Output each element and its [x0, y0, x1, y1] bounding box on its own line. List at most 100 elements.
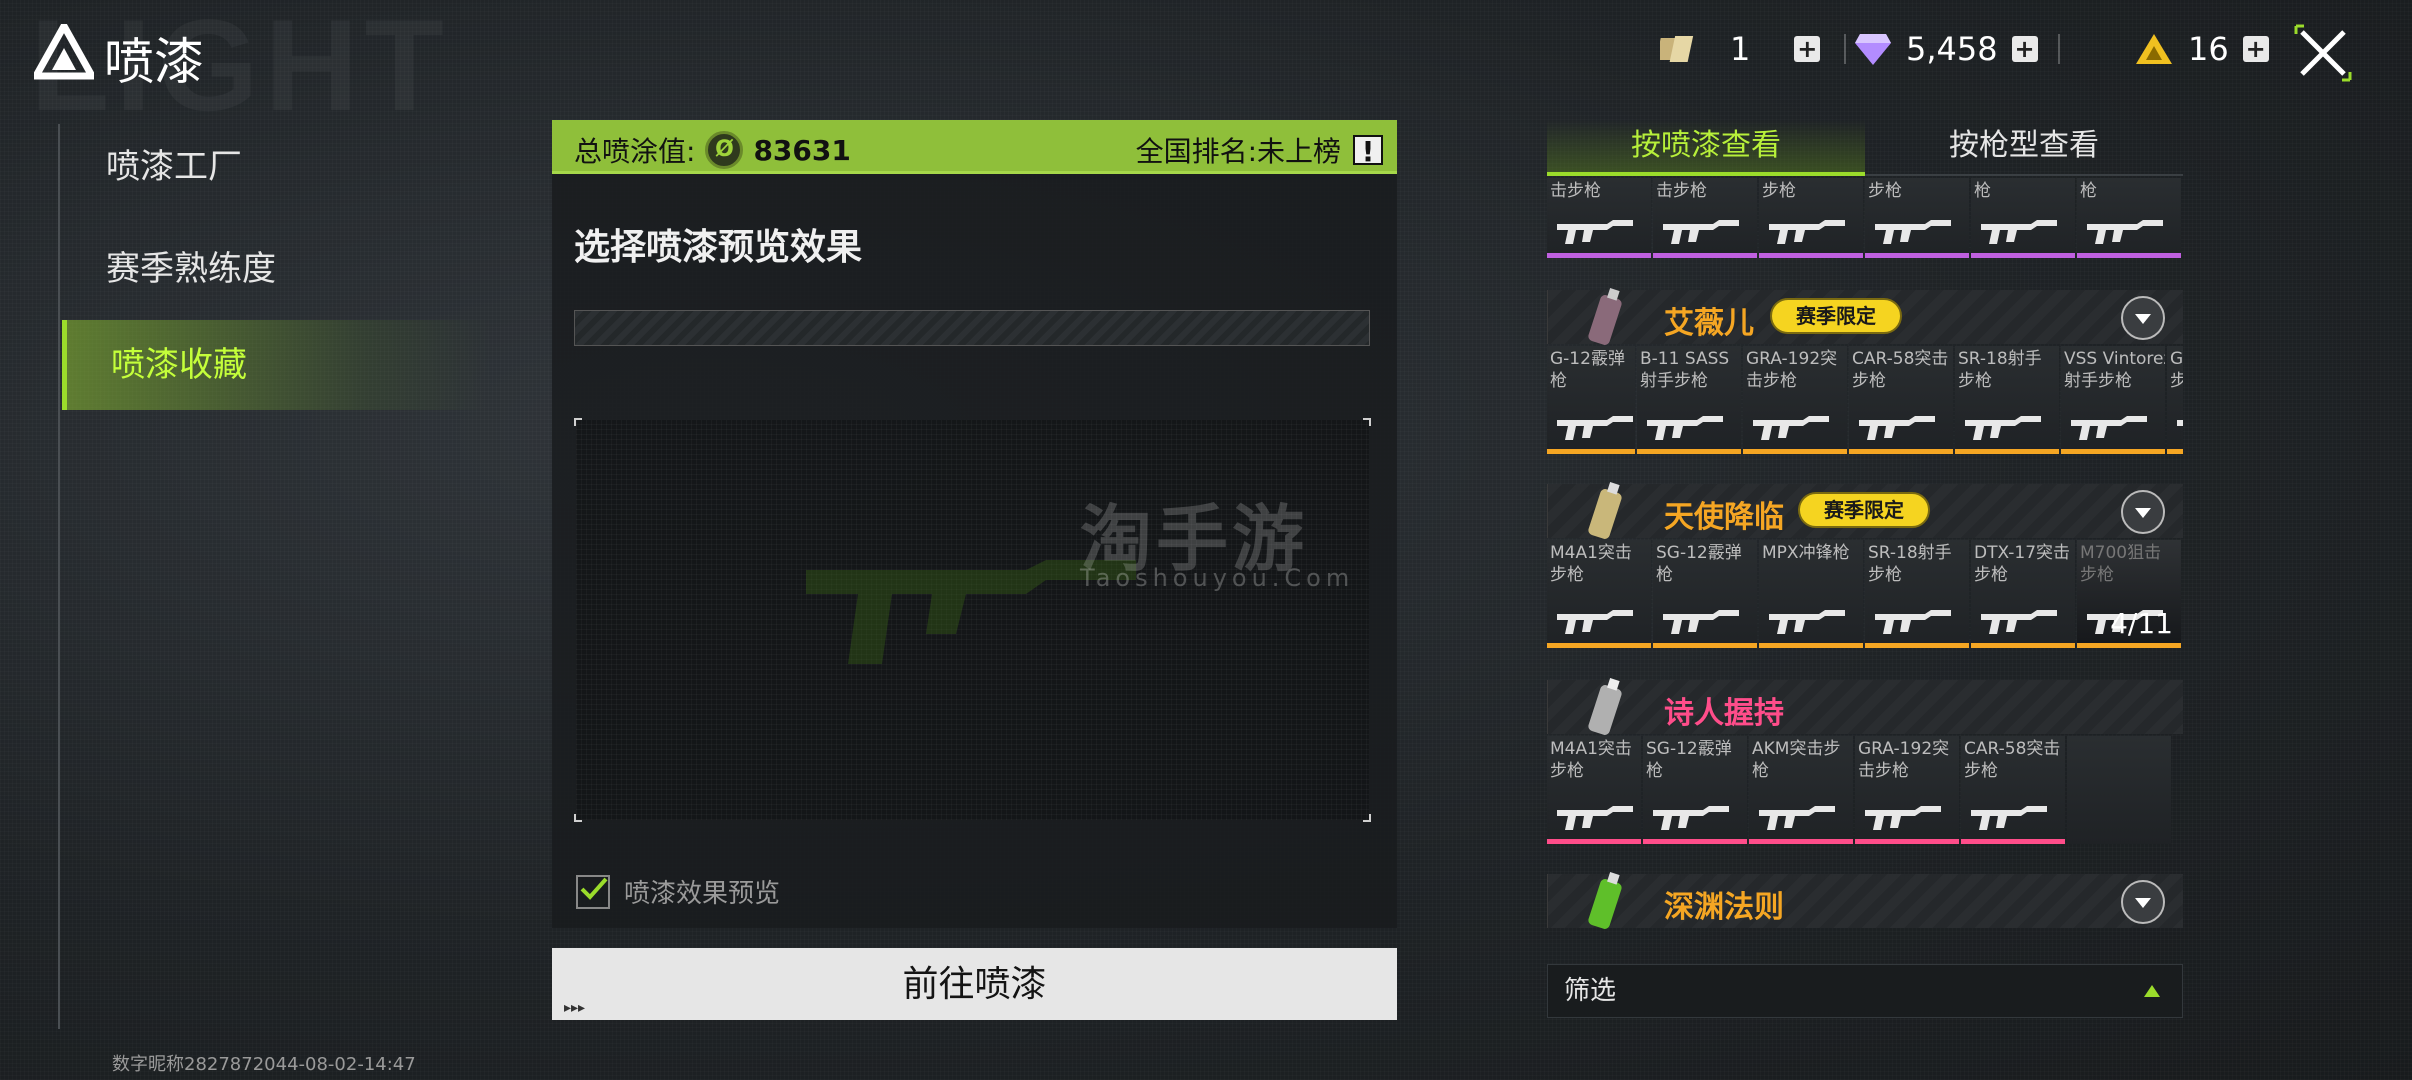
gun-skin-tile[interactable]: M4A1突击 步枪 [1547, 540, 1651, 648]
rifle-icon [1557, 806, 1633, 830]
page-title: 喷漆 [104, 33, 204, 91]
gun-label: CAR-58突击 步枪 [1964, 739, 2061, 781]
filter-label: 筛选 [1564, 976, 1617, 1006]
gun-label: G-12霰弹 枪 [1550, 349, 1625, 391]
gun-skin-tile[interactable]: G-12霰弹 枪 [1547, 346, 1635, 454]
expand-icon[interactable] [2121, 296, 2165, 340]
close-icon[interactable] [2290, 20, 2356, 86]
gun-label: 枪 [1974, 181, 1991, 201]
gun-skin-tile[interactable]: 击步枪 [1653, 178, 1757, 258]
watermark-sub: Taoshouyou.Com [1080, 564, 1355, 592]
rifle-icon [1981, 220, 2057, 244]
gold-triangle-icon [2136, 34, 2172, 64]
section-title: 选择喷漆预览效果 [574, 227, 863, 268]
spray-can-icon [1588, 288, 1622, 345]
corner-mark [574, 814, 582, 822]
set-header-avril[interactable]: 艾薇儿 赛季限定 [1547, 288, 2183, 345]
gun-label: AKM突击步 枪 [1752, 739, 1841, 781]
checkbox-label: 喷漆效果预览 [624, 879, 781, 909]
gun-skin-tile[interactable]: M700狙击 步枪 4/11 [2077, 540, 2181, 648]
gun-label: 步枪 [1868, 181, 1902, 201]
gun-skin-tile[interactable]: 枪 [2077, 178, 2181, 258]
spray-can-icon [1588, 482, 1622, 539]
info-icon[interactable]: ! [1353, 135, 1383, 167]
checkbox-box[interactable] [576, 874, 610, 909]
gun-skin-tile[interactable]: 步枪 [1759, 178, 1863, 258]
gun-skin-tile[interactable]: M4A1突击 步枪 [1547, 736, 1641, 844]
filter-bar[interactable]: 筛选 [1547, 964, 2183, 1018]
gun-label: 枪 [2080, 181, 2097, 201]
set-header-poet[interactable]: 诗人握持 [1547, 678, 2183, 735]
rifle-icon [1653, 806, 1729, 830]
gun-skin-tile[interactable]: 枪 [1971, 178, 2075, 258]
check-icon [580, 877, 608, 900]
ticket-plus-button[interactable]: + [1794, 36, 1821, 62]
rarity-bar [1653, 643, 1757, 648]
progress-count: 4/11 [2110, 607, 2173, 640]
gun-skin-tile[interactable]: 击步枪 [1547, 178, 1651, 258]
gold-plus-button[interactable]: + [2242, 36, 2269, 62]
arrows-icon: ▸▸▸ [564, 999, 586, 1015]
set-header-abyss[interactable]: 深渊法则 [1547, 872, 2183, 929]
gun-label: GRA-192突 击步枪 [1858, 739, 1950, 781]
rifle-icon [1663, 610, 1739, 634]
gun-label: 击步枪 [1550, 181, 1601, 201]
tab-by-spray[interactable]: 按喷漆查看 [1547, 120, 1865, 176]
gun-skin-tile[interactable]: AKM突击步 枪 [1749, 736, 1853, 844]
corner-mark [1363, 814, 1371, 822]
gem-plus-button[interactable]: + [2011, 36, 2038, 62]
rifle-icon [1759, 806, 1835, 830]
spray-coin-icon: Ø [705, 131, 744, 169]
gun-skin-tile[interactable]: MPX冲锋枪 [1759, 540, 1863, 648]
gun-skin-tile[interactable]: B-11 SASS 射手步枪 [1637, 346, 1741, 454]
ticket-icon [1660, 36, 1694, 62]
expand-icon[interactable] [2121, 880, 2165, 924]
gun-skin-tile[interactable]: CAR-58突击 步枪 [1849, 346, 1953, 454]
corner-mark [574, 418, 582, 426]
gun-label: M4A1突击 步枪 [1550, 739, 1632, 781]
gun-skin-tile[interactable]: SG-12霰弹 枪 [1643, 736, 1747, 844]
gold-count: 16 [2188, 30, 2229, 68]
rifle-icon [2177, 420, 2183, 426]
rarity-bar [2077, 643, 2181, 648]
preview-selector[interactable] [574, 310, 1370, 346]
gun-skin-tile[interactable]: G 步 [2167, 346, 2183, 454]
gun-skin-tile[interactable]: SR-18射手 步枪 [1955, 346, 2059, 454]
gun-skin-tile[interactable]: GRA-192突 击步枪 [1855, 736, 1959, 844]
gun-label: VSS Vintorez 射手步枪 [2064, 349, 2165, 391]
set-header-angel[interactable]: 天使降临 赛季限定 [1547, 482, 2183, 539]
ticket-count: 1 [1730, 30, 1751, 68]
rifle-icon [1875, 610, 1951, 634]
go-spray-button[interactable]: 前往喷漆 ▸▸▸ [552, 948, 1397, 1020]
gun-label: M700狙击 步枪 [2080, 543, 2162, 585]
nav-item-proficiency[interactable]: 赛季熟练度 [62, 224, 492, 314]
expand-icon[interactable] [2121, 490, 2165, 534]
rifle-icon [1971, 806, 2047, 830]
go-spray-label: 前往喷漆 [902, 963, 1047, 1004]
rifle-icon [1875, 220, 1951, 244]
gun-skin-tile[interactable]: CAR-58突击 步枪 [1961, 736, 2065, 844]
preview-checkbox[interactable]: 喷漆效果预览 [576, 873, 780, 910]
rarity-bar [1643, 839, 1747, 844]
rifle-icon [1753, 416, 1829, 440]
rarity-bar [1547, 839, 1641, 844]
nav-item-factory[interactable]: 喷漆工厂 [62, 122, 492, 212]
nav-rail [58, 124, 60, 1029]
gun-row-angel: M4A1突击 步枪 SG-12霰弹 枪 MPX冲锋枪 SR-18射手 步枪 DTX-17… [1547, 540, 2183, 648]
gun-skin-tile[interactable]: GRA-192突 击步枪 [1743, 346, 1847, 454]
gun-label: G 步 [2170, 349, 2183, 391]
gun-skin-tile[interactable]: SG-12霰弹 枪 [1653, 540, 1757, 648]
spray-can-icon [1588, 872, 1622, 929]
total-label: 总喷涂值: [574, 135, 696, 168]
tab-by-gun[interactable]: 按枪型查看 [1865, 120, 2183, 176]
gun-skin-tile[interactable]: DTX-17突击 步枪 [1971, 540, 2075, 648]
rarity-bar [1653, 253, 1757, 258]
gun-label: SR-18射手 步枪 [1868, 543, 1952, 585]
gun-skin-tile[interactable]: 步枪 [1865, 178, 1969, 258]
gun-label: M4A1突击 步枪 [1550, 543, 1632, 585]
nav-item-collection[interactable]: 喷漆收藏 [62, 320, 492, 410]
gold-counter: 16 + [2134, 30, 2269, 68]
gun-skin-tile[interactable]: VSS Vintorez 射手步枪 [2061, 346, 2165, 454]
gun-skin-tile[interactable]: SR-18射手 步枪 [1865, 540, 1969, 648]
gun-label: B-11 SASS 射手步枪 [1640, 349, 1730, 391]
